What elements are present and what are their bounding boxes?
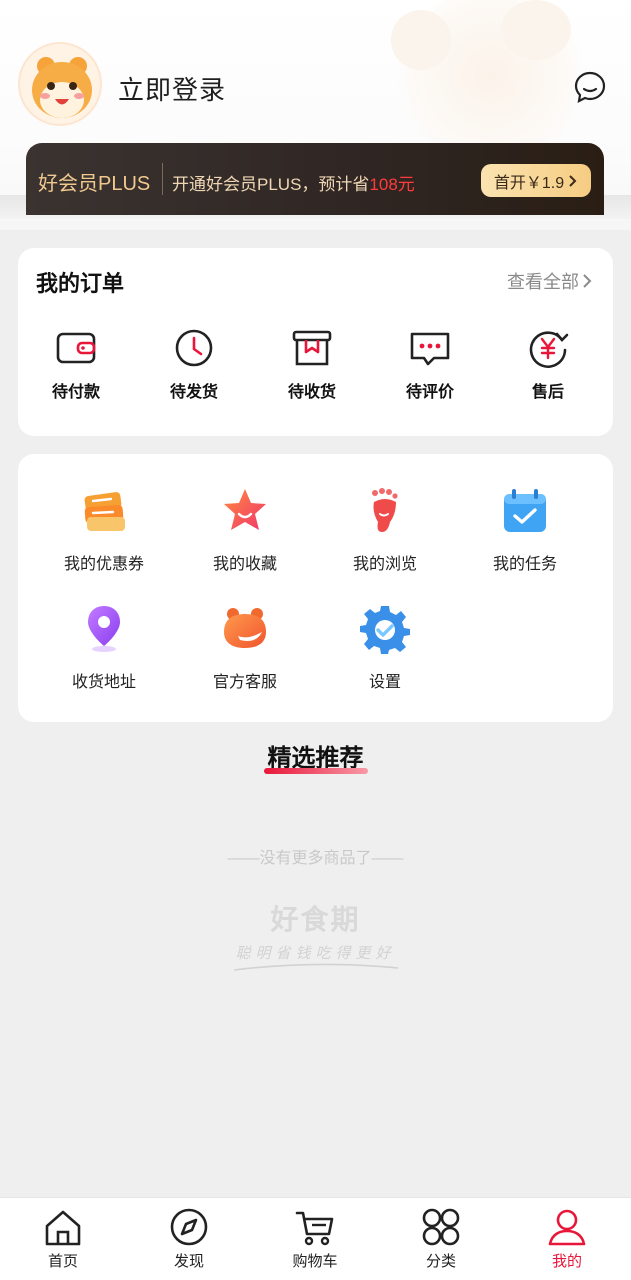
avatar[interactable]: [18, 42, 102, 126]
footprint-icon: [372, 488, 398, 532]
order-pending-payment[interactable]: 待付款: [26, 324, 126, 402]
plus-open-button-label: 首开￥1.9: [493, 174, 565, 192]
chat-bubble-icon[interactable]: [573, 70, 607, 104]
tool-coupons[interactable]: 我的优惠券: [34, 484, 174, 574]
tool-label: 设置: [368, 674, 401, 691]
tools-card: 我的优惠券 我的收藏 我的浏览 我的任务 收货地址 官方客服 设置: [18, 454, 613, 722]
order-label: 售后: [531, 384, 564, 401]
star-icon: [224, 489, 266, 530]
tab-home[interactable]: 首页: [0, 1206, 126, 1271]
customer-service-icon: [224, 608, 266, 648]
tab-category[interactable]: 分类: [378, 1206, 504, 1271]
order-after-sales[interactable]: 售后: [498, 324, 598, 402]
order-label: 待付款: [51, 384, 100, 401]
tool-history[interactable]: 我的浏览: [315, 484, 455, 574]
coupon-icon: [84, 492, 125, 531]
user-icon: [548, 1209, 586, 1246]
clock-icon: [175, 329, 213, 367]
tool-label: 我的浏览: [352, 556, 417, 573]
box-icon: [292, 330, 332, 366]
compass-icon: [170, 1208, 208, 1246]
bottom-tab-bar: 首页 发现 购物车 分类 我的: [0, 1197, 631, 1280]
mascot-watermark-ear: [501, 0, 571, 60]
brand-slogan: 聪明省钱吃得更好: [235, 944, 396, 962]
tool-label: 收货地址: [71, 674, 136, 691]
order-label: 待收货: [287, 384, 336, 401]
order-pending-receipt[interactable]: 待收货: [262, 324, 362, 402]
tool-label: 我的优惠券: [63, 556, 144, 573]
order-label: 待评价: [405, 384, 454, 401]
orders-title: 我的订单: [36, 271, 125, 296]
tool-customer-service[interactable]: 官方客服: [175, 602, 315, 692]
home-icon: [45, 1210, 81, 1246]
tool-label: 我的任务: [492, 556, 557, 573]
cart-icon: [295, 1211, 334, 1246]
hamster-avatar-icon: [32, 57, 92, 118]
plus-description: 开通好会员PLUS，预计省108元: [172, 170, 415, 195]
tab-mine[interactable]: 我的: [504, 1206, 630, 1271]
order-pending-review[interactable]: 待评价: [380, 324, 480, 402]
tab-label: 分类: [425, 1253, 456, 1270]
tool-label: 官方客服: [212, 674, 277, 691]
tool-tasks[interactable]: 我的任务: [455, 484, 595, 574]
tab-label: 购物车: [292, 1253, 338, 1270]
category-grid-icon: [422, 1208, 460, 1246]
plus-desc-text: 开通好会员PLUS，预计省: [172, 175, 370, 194]
tab-cart[interactable]: 购物车: [252, 1206, 378, 1271]
view-all-label: 查看全部: [507, 272, 579, 292]
tab-label: 我的: [551, 1253, 582, 1270]
mascot-watermark-ear: [391, 10, 451, 70]
brand-watermark: 好食期: [270, 904, 361, 935]
calendar-check-icon: [504, 489, 546, 532]
wallet-icon: [56, 332, 96, 364]
order-label: 待发货: [169, 384, 218, 401]
settings-gear-icon: [360, 606, 410, 654]
tool-address[interactable]: 收货地址: [34, 602, 174, 692]
slogan-underline: [233, 963, 399, 971]
tool-settings[interactable]: 设置: [315, 602, 455, 692]
chevron-right-icon: [583, 274, 592, 288]
yen-refresh-icon: [529, 331, 569, 368]
view-all-orders-link[interactable]: 查看全部: [507, 268, 593, 294]
login-link[interactable]: 立即登录: [118, 70, 226, 107]
plus-save-amount: 108元: [369, 175, 415, 194]
no-more-items-text: ——没有更多商品了——: [227, 850, 404, 867]
plus-open-button[interactable]: 首开￥1.9: [481, 164, 591, 197]
order-pending-shipment[interactable]: 待发货: [144, 324, 244, 402]
recommend-title-underline: [264, 768, 368, 774]
divider: [162, 163, 163, 195]
comment-icon: [410, 332, 450, 366]
tab-label: 首页: [47, 1253, 78, 1270]
chevron-right-icon: [569, 174, 577, 187]
plus-title: 好会员PLUS: [38, 173, 151, 195]
orders-card: 我的订单 查看全部 待付款 待发货 待收货 待评价 售后: [18, 248, 613, 436]
tab-label: 发现: [173, 1253, 204, 1270]
tool-label: 我的收藏: [212, 556, 277, 573]
plus-membership-banner[interactable]: 好会员PLUS 开通好会员PLUS，预计省108元 首开￥1.9: [26, 143, 604, 215]
tool-favorites[interactable]: 我的收藏: [175, 484, 315, 574]
tab-discover[interactable]: 发现: [126, 1206, 252, 1271]
location-pin-icon: [88, 606, 120, 652]
